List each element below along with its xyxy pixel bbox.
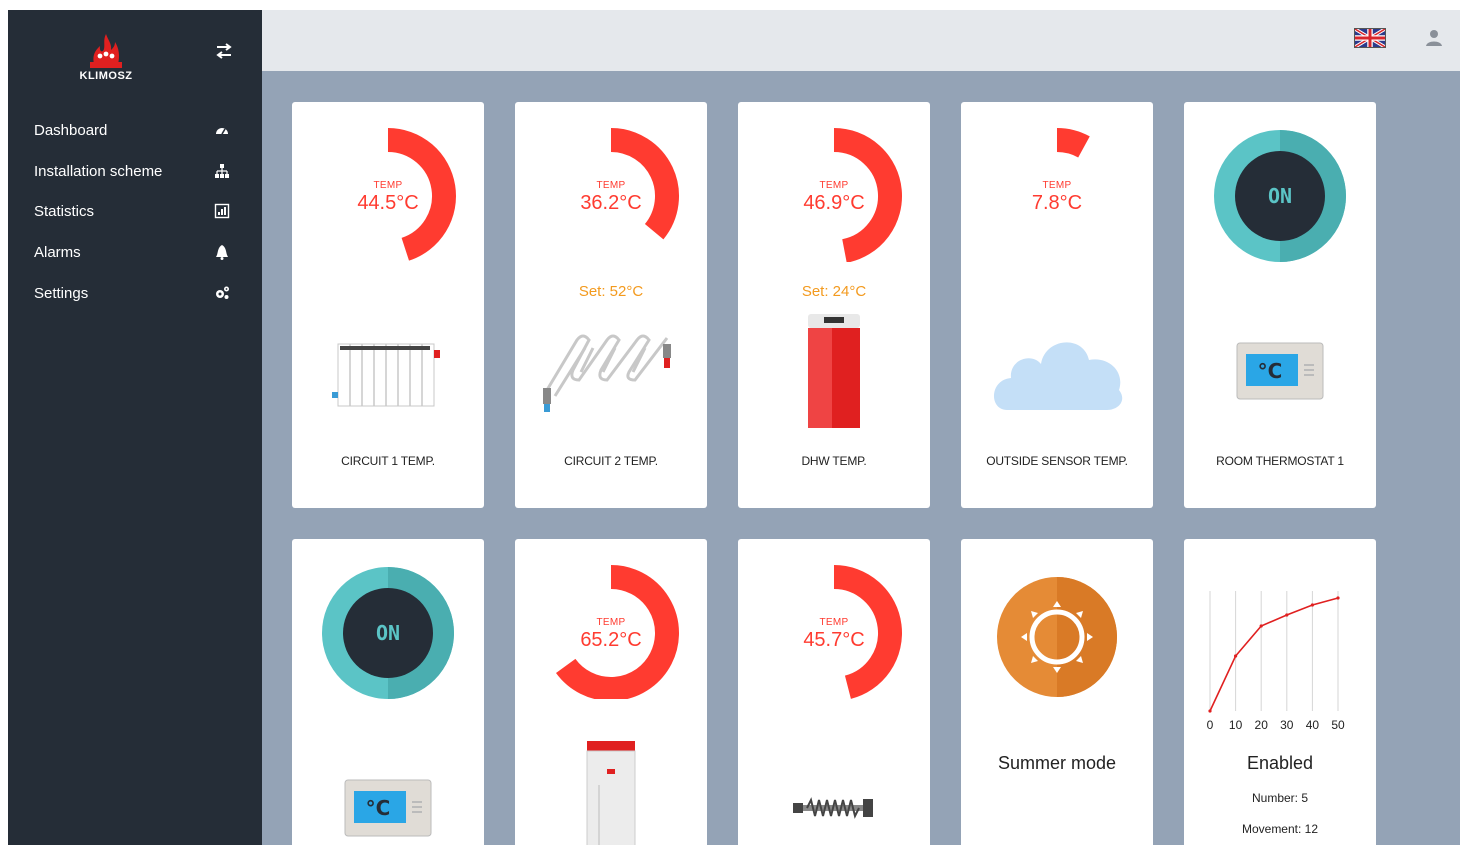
tile-caption: CIRCUIT 2 TEMP.: [564, 454, 658, 468]
sidebar-item-label: Statistics: [34, 203, 95, 221]
klimosz-logo[interactable]: KLIMOSZ: [70, 24, 142, 84]
tile-caption: CIRCUIT 1 TEMP.: [341, 454, 435, 468]
temp-label: TEMP: [596, 617, 626, 628]
status-caption: Enabled: [1246, 753, 1314, 773]
sidebar-item-label: Dashboard: [34, 121, 108, 139]
sidebar-nav: Dashboard Installation scheme Statistics…: [8, 110, 262, 313]
chart-point: [1259, 624, 1263, 628]
tile-room-thermostat-1[interactable]: ON °C ROOM THERMOSTAT 1: [1184, 102, 1376, 508]
uk-flag-icon[interactable]: [1354, 27, 1386, 49]
chart-tick-label: 50: [1331, 718, 1345, 732]
svg-text:°C: °C: [1258, 359, 1283, 383]
movement-value: Movement: 12: [1241, 822, 1319, 836]
gauge-arc: [1056, 128, 1090, 158]
top-bar: [262, 10, 1460, 71]
chart-point: [1310, 603, 1314, 607]
mode-caption: Summer mode: [997, 753, 1117, 773]
sidebar-item-label: Alarms: [34, 243, 81, 261]
tile-caption: ROOM THERMOSTAT 1: [1216, 454, 1344, 468]
thermostat-icon: °C: [1236, 342, 1324, 400]
chart-icon: [214, 204, 230, 219]
sitemap-icon: [215, 163, 229, 178]
temp-value: 65.2°C: [580, 629, 642, 651]
thermostat-state: ON: [376, 621, 400, 645]
chart-tick-label: 30: [1280, 718, 1294, 732]
sidebar-item-settings[interactable]: Settings: [8, 273, 262, 314]
line-chart: 0 10 20 30 40 50: [1207, 591, 1345, 732]
toggle-sidebar-icon[interactable]: [213, 42, 235, 60]
thermostat-dial: ON: [1214, 130, 1346, 262]
chart-point: [1234, 654, 1238, 658]
svg-text:°C: °C: [366, 796, 391, 820]
heating-element-icon: [793, 797, 873, 819]
brand-name: KLIMOSZ: [79, 70, 133, 82]
user-icon[interactable]: [1424, 28, 1444, 48]
temp-value: 36.2°C: [580, 192, 642, 214]
tile-room-thermostat-2[interactable]: ON °C: [292, 539, 484, 845]
temp-label: TEMP: [819, 180, 849, 191]
temp-label: TEMP: [373, 180, 403, 191]
temp-value: 7.8°C: [1031, 192, 1083, 214]
temp-value: 45.7°C: [803, 629, 865, 651]
gears-icon: [216, 286, 229, 299]
tile-boiler[interactable]: TEMP 65.2°C: [515, 539, 707, 845]
radiator-icon: [332, 343, 440, 407]
sidebar-item-installation-scheme[interactable]: Installation scheme: [8, 151, 262, 192]
temp-label: TEMP: [819, 617, 849, 628]
tile-circuit-1[interactable]: TEMP 44.5°C CIRCUIT 1 TEMP.: [292, 102, 484, 508]
cloud-icon: [993, 342, 1123, 410]
tile-heating-element[interactable]: TEMP 45.7°C: [738, 539, 930, 845]
tile-circuit-2[interactable]: TEMP 36.2°C Set: 52°C CIRCUIT 2 TEMP.: [515, 102, 707, 508]
sidebar: KLIMOSZ Dashboard Installation scheme St…: [8, 10, 262, 845]
temp-value: 44.5°C: [357, 192, 419, 214]
chart-point: [1208, 709, 1212, 713]
bell-icon: [216, 245, 228, 261]
sidebar-item-statistics[interactable]: Statistics: [8, 191, 262, 232]
flame-logo-icon: [90, 34, 122, 68]
number-value: Number: 5: [1251, 791, 1309, 805]
tile-summer-mode[interactable]: Summer mode: [961, 539, 1153, 845]
chart-point: [1285, 613, 1289, 617]
sidebar-item-dashboard[interactable]: Dashboard: [8, 110, 262, 151]
sidebar-item-alarms[interactable]: Alarms: [8, 232, 262, 273]
thermostat-state: ON: [1268, 184, 1292, 208]
sidebar-item-label: Installation scheme: [34, 162, 163, 180]
sun-icon: [997, 577, 1117, 697]
temp-label: TEMP: [596, 180, 626, 191]
thermostat-dial: ON: [322, 567, 454, 699]
chart-tick-label: 10: [1229, 718, 1243, 732]
tile-statistics[interactable]: 0 10 20 30 40 50 Enabled Number: 5 Movement: …: [1184, 539, 1376, 845]
tile-caption: OUTSIDE SENSOR TEMP.: [986, 454, 1128, 468]
chart-tick-label: 0: [1207, 718, 1214, 732]
dashboard-icon: [216, 128, 228, 135]
chart-tick-label: 40: [1306, 718, 1320, 732]
boiler-tank-icon: [808, 314, 860, 428]
chart-point: [1336, 596, 1340, 600]
tile-dhw[interactable]: TEMP 46.9°C Set: 24°C DHW TEMP.: [738, 102, 930, 508]
boiler-unit-icon: [586, 741, 636, 845]
tile-caption: DHW TEMP.: [801, 454, 867, 468]
temp-value: 46.9°C: [803, 192, 865, 214]
floor-heating-icon: [543, 334, 671, 412]
tile-outside-sensor[interactable]: TEMP 7.8°C OUTSIDE SENSOR TEMP.: [961, 102, 1153, 508]
setpoint-value: Set: 24°C: [801, 283, 867, 300]
chart-series-line: [1209, 597, 1339, 712]
chart-tick-label: 20: [1255, 718, 1269, 732]
setpoint-value: Set: 52°C: [578, 283, 644, 300]
sidebar-item-label: Settings: [34, 284, 89, 302]
temp-label: TEMP: [1042, 180, 1072, 191]
dashboard-area: TEMP 44.5°C CIRCUIT 1 TEMP. TEMP 36.2°C …: [262, 71, 1460, 845]
thermostat-icon: °C: [344, 779, 432, 837]
